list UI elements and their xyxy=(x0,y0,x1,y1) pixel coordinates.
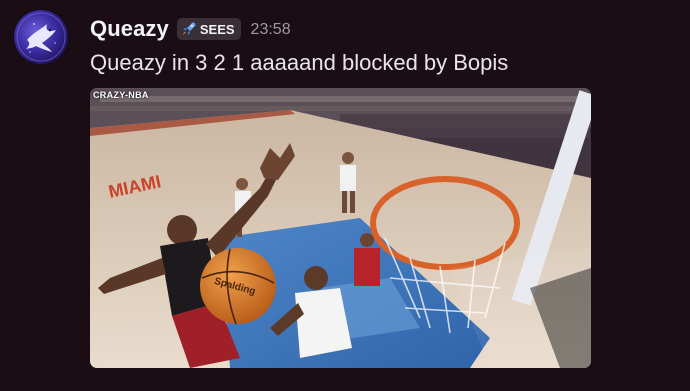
server-tag[interactable]: SEES xyxy=(176,18,241,40)
message-content: Queazy in 3 2 1 aaaaand blocked by Bopis xyxy=(90,50,509,75)
rocket-icon xyxy=(182,22,196,35)
bird-icon xyxy=(16,12,66,62)
gif-attachment[interactable]: MIAMI Spalding CRAZY-NBA xyxy=(90,88,591,368)
username[interactable]: Queazy xyxy=(90,16,169,42)
avatar[interactable] xyxy=(14,10,68,64)
watermark: CRAZY-NBA xyxy=(93,90,149,100)
timestamp[interactable]: 23:58 xyxy=(251,21,291,39)
chat-message: Queazy SEES 23:58 Queazy in 3 2 1 aaaaan… xyxy=(0,0,690,391)
message-header: Queazy SEES 23:58 xyxy=(90,14,291,44)
basketball-block-image: MIAMI Spalding xyxy=(90,88,591,368)
server-tag-label: SEES xyxy=(199,21,235,37)
